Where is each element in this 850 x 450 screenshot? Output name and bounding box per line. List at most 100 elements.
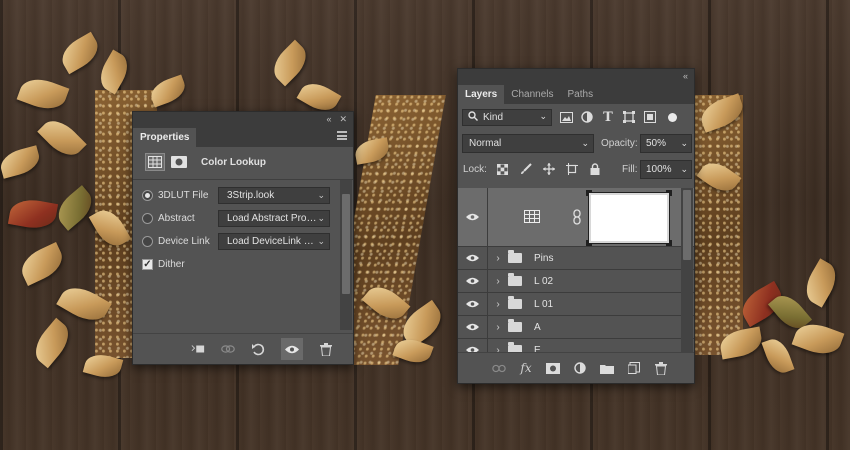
chevron-right-icon[interactable]: › bbox=[491, 345, 505, 353]
gold-leaf bbox=[16, 242, 68, 286]
layer-list: › Pins › L 02 › L 01 › A › E bbox=[458, 188, 694, 352]
reset-icon[interactable] bbox=[251, 342, 265, 356]
collapse-panel-icon[interactable]: « bbox=[326, 114, 331, 124]
view-previous-state-icon[interactable] bbox=[221, 342, 235, 356]
blend-mode-select[interactable]: Normal ⌄ bbox=[462, 133, 594, 153]
layer-mask-thumbnail[interactable] bbox=[586, 190, 672, 246]
visibility-eye-icon[interactable] bbox=[458, 316, 488, 338]
layer-row-color-lookup[interactable] bbox=[458, 188, 694, 247]
layer-name: A bbox=[534, 321, 541, 333]
chevron-down-icon: ⌄ bbox=[581, 137, 589, 148]
filter-toggle-icon[interactable] bbox=[668, 112, 677, 122]
adjustment-layer-icon[interactable] bbox=[573, 361, 587, 375]
close-panel-icon[interactable]: ✕ bbox=[339, 114, 347, 125]
folder-icon bbox=[508, 296, 522, 309]
properties-scrollbar[interactable] bbox=[340, 180, 352, 330]
panel-title-bar[interactable]: « ✕ bbox=[133, 112, 353, 126]
properties-tabbar: Properties bbox=[133, 126, 353, 147]
adjustment-grid-icon[interactable] bbox=[145, 153, 165, 171]
collapse-panel-icon[interactable]: « bbox=[683, 71, 688, 81]
gold-leaf bbox=[56, 31, 104, 75]
properties-header: Color Lookup bbox=[133, 147, 353, 177]
clip-to-layer-icon[interactable] bbox=[191, 342, 205, 356]
visibility-eye-icon[interactable] bbox=[458, 339, 488, 352]
chevron-down-icon: ⌄ bbox=[317, 190, 325, 200]
visibility-eye-icon[interactable] bbox=[281, 338, 303, 360]
gold-leaf bbox=[799, 258, 843, 308]
dither-checkbox[interactable]: ✓ bbox=[142, 259, 153, 270]
select-value: 3Strip.look bbox=[227, 190, 275, 201]
mask-icon[interactable] bbox=[169, 153, 189, 171]
filter-type-icon[interactable]: T bbox=[601, 110, 615, 125]
lock-artboard-icon[interactable] bbox=[565, 162, 579, 176]
option-label: 3DLUT File bbox=[158, 190, 209, 201]
chevron-right-icon[interactable]: › bbox=[491, 276, 505, 287]
scroll-thumb[interactable] bbox=[683, 190, 691, 260]
trash-icon[interactable] bbox=[654, 361, 668, 375]
layer-row-l01[interactable]: › L 01 bbox=[458, 293, 694, 316]
filter-adjustment-icon[interactable] bbox=[580, 110, 594, 124]
layers-bottom-bar: fx bbox=[458, 352, 694, 383]
gold-leaf bbox=[147, 74, 189, 108]
option-dither[interactable]: ✓ Dither bbox=[133, 253, 353, 276]
panel-menu-icon[interactable] bbox=[337, 131, 347, 140]
filter-kind-select[interactable]: Kind ⌄ bbox=[462, 108, 552, 126]
link-layers-icon[interactable] bbox=[492, 361, 506, 375]
radio-3dlut[interactable] bbox=[142, 190, 153, 201]
mask-corner bbox=[586, 240, 592, 246]
filter-toolbar: Kind ⌄ T bbox=[458, 104, 694, 130]
3dlut-select[interactable]: 3Strip.look ⌄ bbox=[218, 187, 330, 204]
chevron-right-icon[interactable]: › bbox=[491, 322, 505, 333]
option-label: Dither bbox=[158, 259, 185, 270]
gold-leaf bbox=[37, 113, 87, 163]
layers-scrollbar[interactable] bbox=[681, 188, 693, 352]
filter-pixel-icon[interactable] bbox=[559, 110, 573, 124]
layer-name: L 02 bbox=[534, 275, 554, 287]
layer-row-a[interactable]: › A bbox=[458, 316, 694, 339]
gold-leaf bbox=[94, 49, 134, 95]
filter-smart-object-icon[interactable] bbox=[643, 110, 657, 124]
lock-row: Lock: Fill: 100% ⌄ bbox=[458, 156, 694, 182]
opacity-label: Opacity: bbox=[601, 137, 638, 149]
trash-icon[interactable] bbox=[319, 342, 333, 356]
tab-layers[interactable]: Layers bbox=[458, 85, 505, 104]
lock-all-icon[interactable] bbox=[588, 162, 602, 176]
abstract-select[interactable]: Load Abstract Profile... ⌄ bbox=[218, 210, 330, 227]
opacity-input[interactable]: 50% ⌄ bbox=[640, 133, 692, 153]
new-group-icon[interactable] bbox=[600, 361, 614, 375]
chevron-right-icon[interactable]: › bbox=[491, 253, 505, 264]
layer-row-pins[interactable]: › Pins bbox=[458, 247, 694, 270]
properties-bottom-bar bbox=[133, 333, 353, 364]
fx-icon[interactable]: fx bbox=[519, 361, 533, 375]
layer-row-l02[interactable]: › L 02 bbox=[458, 270, 694, 293]
scroll-thumb[interactable] bbox=[342, 194, 350, 294]
adjustment-grid-icon bbox=[524, 210, 540, 226]
chevron-right-icon[interactable]: › bbox=[491, 299, 505, 310]
option-abstract[interactable]: Abstract Load Abstract Profile... ⌄ bbox=[133, 207, 353, 230]
visibility-eye-icon[interactable] bbox=[458, 293, 488, 315]
option-device-link[interactable]: Device Link Load DeviceLink Profile... ⌄ bbox=[133, 230, 353, 253]
fill-input[interactable]: 100% ⌄ bbox=[640, 159, 692, 179]
filter-shape-icon[interactable] bbox=[622, 110, 636, 124]
visibility-eye-icon[interactable] bbox=[458, 188, 488, 246]
lock-position-move-icon[interactable] bbox=[542, 162, 556, 176]
visibility-eye-icon[interactable] bbox=[458, 270, 488, 292]
gold-leaf bbox=[761, 335, 795, 377]
layer-row-e[interactable]: › E bbox=[458, 339, 694, 352]
radio-device-link[interactable] bbox=[142, 236, 153, 247]
panel-title-bar[interactable]: « bbox=[458, 69, 694, 83]
new-layer-icon[interactable] bbox=[627, 361, 641, 375]
tab-paths[interactable]: Paths bbox=[561, 85, 601, 104]
link-chain-icon[interactable] bbox=[573, 209, 581, 228]
add-mask-icon[interactable] bbox=[546, 361, 560, 375]
select-value: Load DeviceLink Profile... bbox=[227, 236, 317, 247]
option-3dlut[interactable]: 3DLUT File 3Strip.look ⌄ bbox=[133, 184, 353, 207]
lock-transparent-icon[interactable] bbox=[496, 162, 510, 176]
tab-properties[interactable]: Properties bbox=[133, 128, 197, 147]
tab-channels[interactable]: Channels bbox=[504, 85, 560, 104]
radio-abstract[interactable] bbox=[142, 213, 153, 224]
visibility-eye-icon[interactable] bbox=[458, 247, 488, 269]
adjustment-title: Color Lookup bbox=[201, 156, 266, 168]
device-link-select[interactable]: Load DeviceLink Profile... ⌄ bbox=[218, 233, 330, 250]
lock-pixels-brush-icon[interactable] bbox=[519, 162, 533, 176]
